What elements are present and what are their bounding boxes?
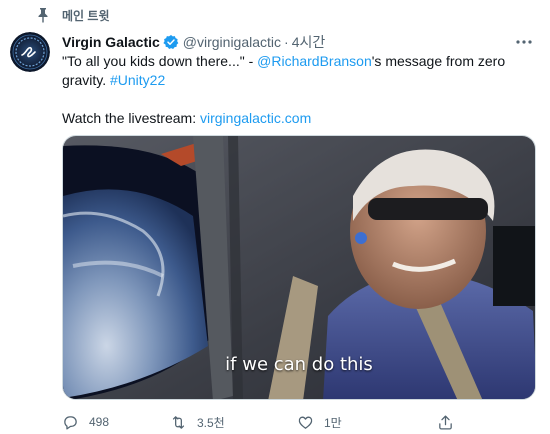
reply-icon bbox=[64, 415, 77, 430]
avatar[interactable] bbox=[10, 32, 50, 72]
reply-button[interactable]: 498 bbox=[62, 412, 109, 432]
tweet-text: "To all you kids down there..." - @Richa… bbox=[62, 52, 532, 128]
retweet-count: 3.5천 bbox=[197, 415, 225, 430]
handle[interactable]: @virginigalactic bbox=[183, 34, 281, 50]
pin-icon bbox=[38, 8, 48, 23]
more-options-icon[interactable] bbox=[514, 32, 534, 52]
separator-dot: · bbox=[284, 34, 289, 50]
mention-link[interactable]: @RichardBranson bbox=[257, 53, 372, 69]
retweet-button[interactable]: 3.5천 bbox=[170, 412, 225, 432]
heart-icon bbox=[298, 416, 313, 429]
display-name[interactable]: Virgin Galactic bbox=[62, 34, 160, 50]
watch-text: Watch the livestream: bbox=[62, 110, 200, 126]
reply-count: 498 bbox=[89, 415, 110, 429]
tweet-header: Virgin Galactic @virginigalactic · 4시간 bbox=[62, 32, 540, 52]
virgin-galactic-logo bbox=[10, 32, 50, 72]
verified-badge-icon bbox=[163, 35, 179, 49]
share-icon bbox=[439, 414, 452, 430]
like-count: 1만 bbox=[324, 415, 342, 430]
like-button[interactable]: 1만 bbox=[297, 412, 342, 432]
pinned-indicator: 메인 트윗 bbox=[36, 6, 110, 24]
retweet-icon bbox=[172, 415, 185, 429]
pinned-label: 메인 트윗 bbox=[62, 8, 110, 23]
video-player[interactable]: if we can do this bbox=[62, 135, 536, 400]
hashtag-link[interactable]: #Unity22 bbox=[110, 72, 165, 88]
website-link[interactable]: virgingalactic.com bbox=[200, 110, 311, 126]
timestamp[interactable]: 4시간 bbox=[292, 32, 326, 52]
share-button[interactable] bbox=[437, 412, 454, 432]
tweet-text-part1: "To all you kids down there..." - bbox=[62, 53, 258, 69]
video-caption: if we can do this bbox=[225, 354, 373, 375]
tweet-actions: 498 3.5천 1만 bbox=[62, 412, 472, 432]
